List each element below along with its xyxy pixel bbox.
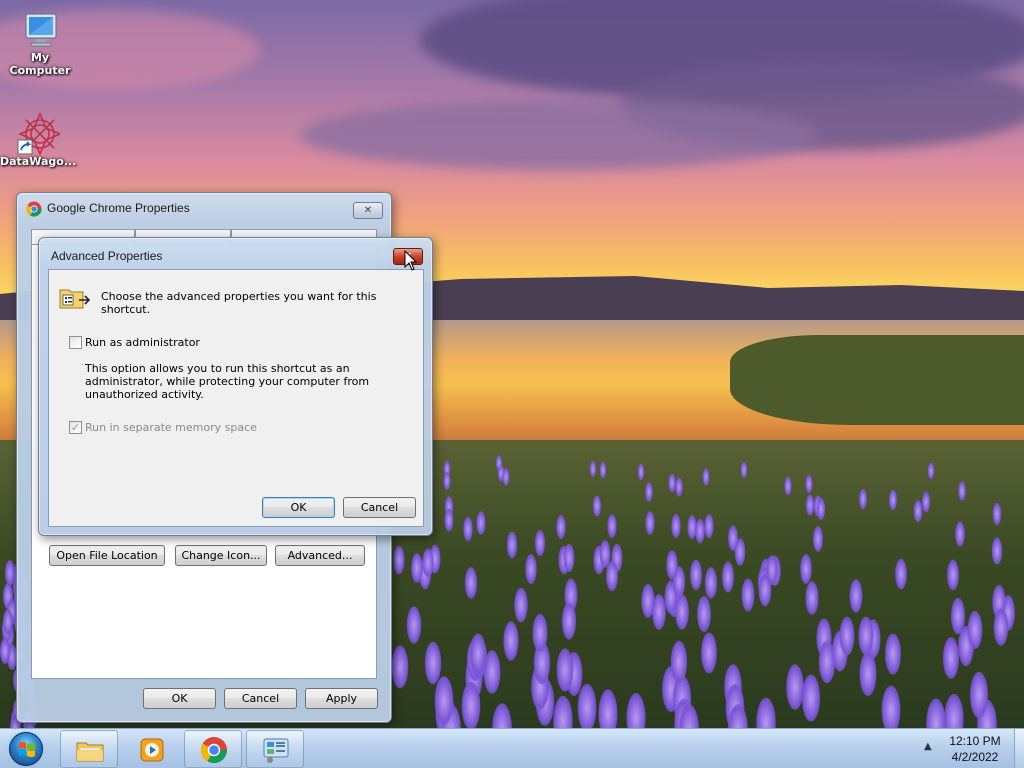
flower <box>532 613 548 652</box>
flower <box>671 513 681 538</box>
run-as-administrator-checkbox[interactable] <box>69 336 82 349</box>
flower <box>700 632 717 674</box>
chrome-icon <box>26 201 42 220</box>
clock-date: 4/2/2022 <box>951 750 999 764</box>
flower <box>535 529 546 557</box>
flower <box>786 664 804 710</box>
flower <box>721 561 734 593</box>
cloud <box>300 100 820 170</box>
flower <box>476 511 486 536</box>
separate-memory-label: Run in separate memory space <box>85 421 257 434</box>
flower <box>942 636 959 679</box>
flower <box>503 620 519 661</box>
flower <box>495 455 502 472</box>
flower <box>969 671 988 719</box>
flower <box>991 537 1002 565</box>
media-player-icon <box>137 735 167 765</box>
separate-memory-checkbox[interactable]: ✓ <box>69 421 82 434</box>
description-line: This option allows you to run this short… <box>85 362 350 375</box>
desktop-icon-label: DataWago... <box>0 155 77 168</box>
flower <box>434 677 453 725</box>
flower <box>741 577 755 612</box>
flower <box>805 580 819 615</box>
flower <box>800 553 812 584</box>
taskbar-windows-explorer[interactable] <box>60 730 118 768</box>
change-icon-button[interactable]: Change Icon... <box>175 545 267 566</box>
flower <box>563 544 575 573</box>
flower <box>599 539 611 568</box>
advanced-properties-dialog: Advanced Properties ✕ Choose the advance… <box>38 237 433 536</box>
flower <box>463 516 473 542</box>
flower <box>666 550 678 580</box>
apply-button[interactable]: Apply <box>305 688 378 709</box>
flower <box>805 493 815 516</box>
cancel-button[interactable]: Cancel <box>343 497 416 518</box>
show-hidden-icons-button[interactable]: ▲ <box>924 741 932 752</box>
ok-button[interactable]: OK <box>262 497 335 518</box>
flower <box>0 637 10 664</box>
flower <box>406 606 421 644</box>
checkmark-icon: ✓ <box>70 421 81 434</box>
run-as-administrator-label[interactable]: Run as administrator <box>85 336 200 349</box>
window-title: Google Chrome Properties <box>47 201 190 215</box>
flower <box>881 685 901 728</box>
header-text: Choose the advanced properties you want … <box>101 290 377 316</box>
system-clock[interactable]: 12:10 PM 4/2/2022 <box>940 733 1010 765</box>
close-icon: ✕ <box>363 205 373 216</box>
windows-explorer-icon <box>75 735 105 765</box>
flower <box>993 608 1009 647</box>
taskbar: ▲ 12:10 PM 4/2/2022 <box>0 728 1024 768</box>
taskbar-chrome[interactable] <box>184 730 242 768</box>
flower <box>884 633 901 675</box>
dialog-client-area: Choose the advanced properties you want … <box>48 269 424 527</box>
flower <box>839 616 855 655</box>
cancel-button[interactable]: Cancel <box>224 688 297 709</box>
flower <box>889 489 897 511</box>
datawagon-shortcut-icon <box>16 111 63 157</box>
taskbar-control-panel[interactable] <box>246 730 304 768</box>
mouse-pointer-icon <box>404 249 418 275</box>
dialog-title: Advanced Properties <box>51 249 163 263</box>
ok-button[interactable]: OK <box>143 688 216 709</box>
start-button[interactable] <box>4 731 48 767</box>
desktop-icon-datawagon[interactable]: DataWago... <box>0 111 77 168</box>
desktop-icon-my-computer[interactable]: My Computer <box>2 8 78 77</box>
flower <box>461 681 481 728</box>
marsh <box>730 335 1024 425</box>
close-button[interactable]: ✕ <box>353 202 383 219</box>
flower <box>967 611 983 650</box>
flower <box>954 521 965 548</box>
flower <box>858 616 874 656</box>
desktop-icon-label: My Computer <box>9 51 71 77</box>
flower <box>598 689 618 728</box>
shortcut-properties-icon <box>59 286 91 313</box>
advanced-button[interactable]: Advanced... <box>275 545 365 566</box>
flower <box>894 558 907 590</box>
flower <box>697 596 711 633</box>
chrome-icon <box>199 735 229 765</box>
flower <box>801 674 821 722</box>
open-file-location-button[interactable]: Open File Location <box>49 545 165 566</box>
description-line: administrator, while protecting your com… <box>85 375 370 388</box>
flower <box>2 608 13 635</box>
clock-time: 12:10 PM <box>949 734 1001 748</box>
flower <box>859 652 877 697</box>
show-desktop-button[interactable] <box>1014 729 1024 768</box>
description-line: unauthorized activity. <box>85 388 204 401</box>
flower <box>464 567 478 599</box>
control-panel-icon <box>261 735 291 765</box>
flower <box>421 548 434 578</box>
flower <box>524 554 537 585</box>
computer-icon <box>18 8 62 48</box>
taskbar-media-player[interactable] <box>122 730 180 768</box>
flower <box>637 463 644 480</box>
windows-logo-icon <box>9 732 43 766</box>
flower <box>859 488 867 509</box>
flower <box>675 477 683 497</box>
